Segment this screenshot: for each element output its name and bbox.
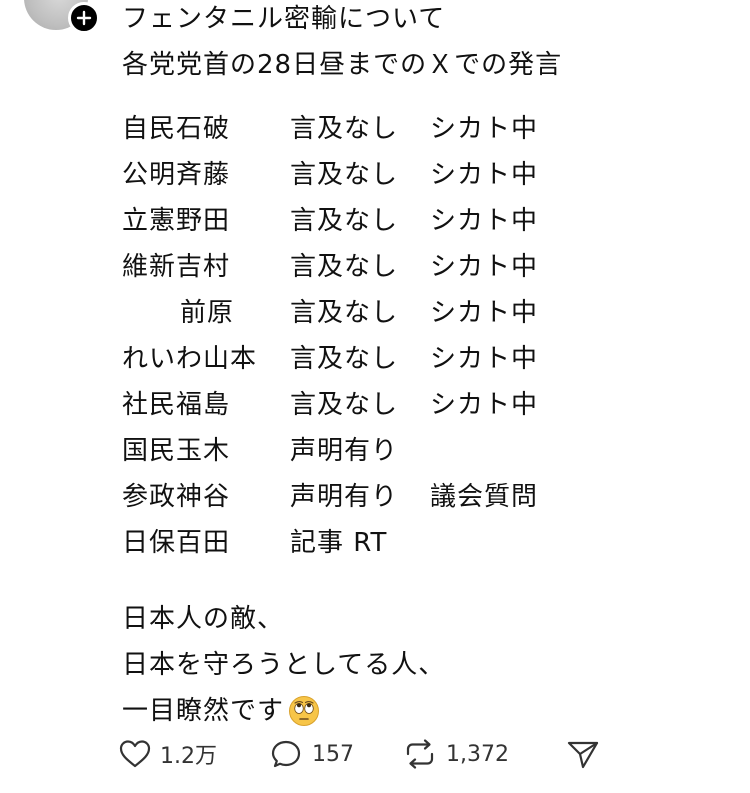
post-intro-line: フェンタニル密輸について <box>122 4 446 34</box>
repost-count: 1,372 <box>446 741 509 767</box>
x-statement-status: 言及なし <box>290 160 399 190</box>
x-statement-status: 言及なし <box>290 252 399 282</box>
action-status: シカト中 <box>430 160 539 190</box>
list-item: 参政神谷 声明有り 議会質問 <box>122 480 722 526</box>
action-status: シカト中 <box>430 390 539 420</box>
list-item: 社民福島 言及なし シカト中 <box>122 388 722 434</box>
heart-icon <box>119 740 151 768</box>
list-item: 国民玉木 声明有り <box>122 434 722 480</box>
action-status: シカト中 <box>430 114 539 144</box>
list-item: 前原 言及なし シカト中 <box>122 296 722 342</box>
x-statement-status: 声明有り <box>290 482 399 512</box>
list-item: 日保百田 記事 RT <box>122 526 722 572</box>
x-statement-status: 言及なし <box>290 114 399 144</box>
party-leader-name: 自民石破 <box>122 114 231 144</box>
post-closing-line: 日本を守ろうとしてる人、 <box>122 650 446 680</box>
list-item: 公明斉藤 言及なし シカト中 <box>122 158 722 204</box>
x-statement-status: 言及なし <box>290 206 399 236</box>
reply-button[interactable]: 157 <box>270 736 354 772</box>
list-item: 立憲野田 言及なし シカト中 <box>122 204 722 250</box>
action-status: シカト中 <box>430 206 539 236</box>
party-list: 自民石破 言及なし シカト中 公明斉藤 言及なし シカト中 立憲野田 言及なし … <box>122 112 722 572</box>
action-status: シカト中 <box>430 344 539 374</box>
party-leader-name: 維新吉村 <box>122 252 231 282</box>
party-leader-name: 社民福島 <box>122 390 231 420</box>
x-statement-status: 声明有り <box>290 436 399 466</box>
plus-icon <box>76 10 92 26</box>
post-intro-line: 各党党首の28日昼までのＸでの発言 <box>122 50 563 80</box>
x-statement-status: 記事 RT <box>290 528 388 558</box>
post-closing-line: 日本人の敵、 <box>122 604 285 634</box>
list-item: 維新吉村 言及なし シカト中 <box>122 250 722 296</box>
post-closing: 日本人の敵、 日本を守ろうとしてる人、 一目瞭然です <box>122 596 722 734</box>
x-statement-status: 言及なし <box>290 298 399 328</box>
post-closing-line: 一目瞭然です <box>122 688 722 734</box>
party-leader-name: れいわ山本 <box>122 344 258 374</box>
party-leader-name: 前原 <box>180 298 235 328</box>
like-button[interactable]: 1.2万 <box>118 736 217 772</box>
x-statement-status: 言及なし <box>290 344 399 374</box>
party-leader-name: 参政神谷 <box>122 482 231 512</box>
post-body: フェンタニル密輸について 各党党首の28日昼までのＸでの発言 自民石破 言及なし… <box>122 0 722 734</box>
share-send-icon <box>567 741 599 769</box>
party-leader-name: 国民玉木 <box>122 436 231 466</box>
post-action-bar: 1.2万 157 1,372 <box>118 736 618 772</box>
repost-arrows-icon <box>406 739 434 769</box>
action-status: シカト中 <box>430 298 539 328</box>
party-leader-name: 日保百田 <box>122 528 231 558</box>
list-item: れいわ山本 言及なし シカト中 <box>122 342 722 388</box>
x-statement-status: 言及なし <box>290 390 399 420</box>
party-leader-name: 立憲野田 <box>122 206 231 236</box>
follow-button[interactable] <box>68 2 100 34</box>
list-item: 自民石破 言及なし シカト中 <box>122 112 722 158</box>
reply-count: 157 <box>312 741 354 767</box>
share-button[interactable] <box>566 736 600 772</box>
action-status: 議会質問 <box>430 482 539 512</box>
action-status: シカト中 <box>430 252 539 282</box>
party-leader-name: 公明斉藤 <box>122 160 231 190</box>
repost-button[interactable]: 1,372 <box>402 736 509 772</box>
like-count: 1.2万 <box>160 744 217 769</box>
reply-bubble-icon <box>271 740 301 768</box>
rolling-eyes-emoji-icon <box>289 696 320 726</box>
